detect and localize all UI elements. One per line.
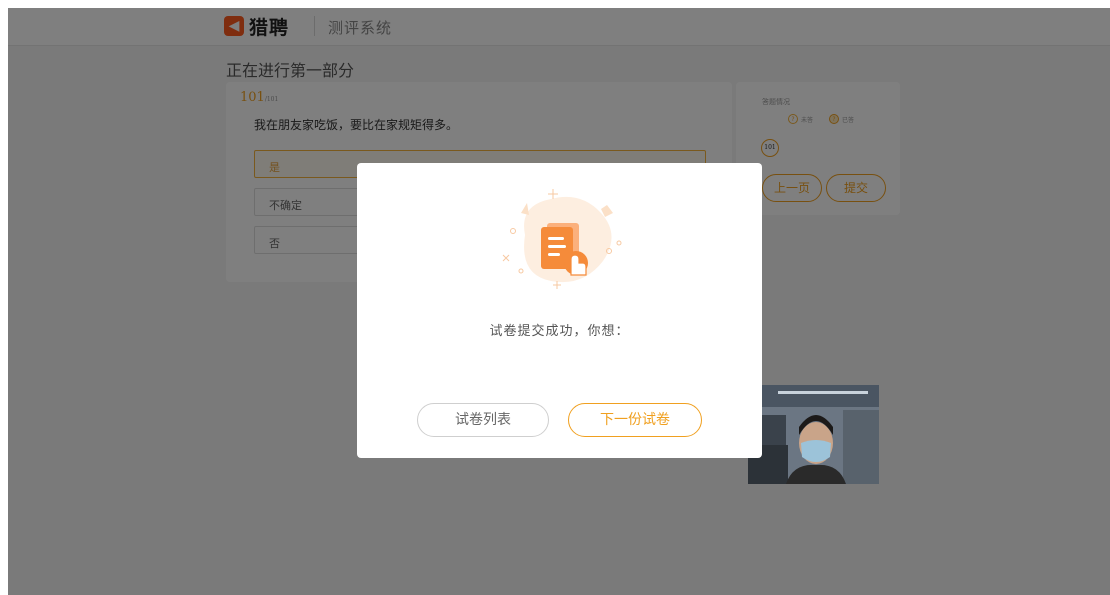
exam-list-button[interactable]: 试卷列表 — [417, 403, 549, 437]
document-touch-icon — [491, 183, 631, 298]
next-exam-button[interactable]: 下一份试卷 — [568, 403, 702, 437]
webcam-preview — [748, 385, 879, 484]
app-window: ◀ 猎聘 测评系统 正在进行第一部分 101/101 我在朋友家吃饭，要比在家规… — [8, 8, 1110, 595]
submit-success-dialog: 试卷提交成功，你想： 试卷列表 下一份试卷 — [357, 163, 762, 458]
dialog-message: 试卷提交成功，你想： — [489, 324, 630, 339]
